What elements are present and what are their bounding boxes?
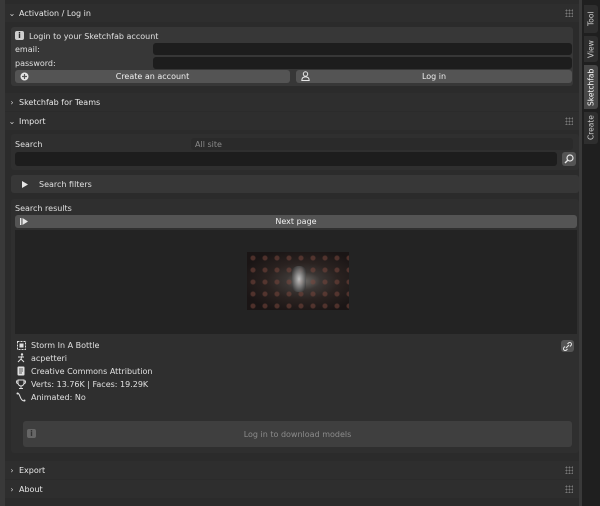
next-page-label: Next page [275,217,317,226]
search-icon [564,154,574,164]
about-header[interactable]: › About [5,480,579,498]
license-icon [16,366,26,376]
password-label: password: [15,59,56,68]
stats-trophy-icon [16,379,26,389]
export-header[interactable]: › Export [5,461,579,479]
teams-header[interactable]: › Sketchfab for Teams [5,93,579,111]
drag-grip-icon[interactable] [565,9,573,17]
user-icon [300,71,310,81]
tab-create[interactable]: Create [584,112,598,144]
search-filters-label: Search filters [39,180,92,189]
drag-grip-icon[interactable] [565,466,573,474]
create-account-label: Create an account [115,72,190,81]
login-button[interactable]: Log in [296,70,572,83]
tab-view[interactable]: View [584,36,598,62]
armature-icon [16,353,26,363]
info-icon: i [27,429,36,438]
chevron-right-icon: › [10,484,14,494]
model-stats: Verts: 13.76K | Faces: 19.29K [31,380,149,389]
model-name: Storm In A Bottle [31,341,100,350]
drag-grip-icon[interactable] [565,485,573,493]
chevron-down-icon: ⌄ [8,8,16,18]
password-field[interactable] [153,57,572,69]
export-title: Export [19,465,46,475]
search-scope-value: All site [195,140,222,149]
create-account-button[interactable]: Create an account [15,70,290,83]
activation-box: i Login to your Sketchfab account email:… [11,27,573,86]
email-field[interactable] [153,43,572,55]
import-header[interactable]: ⌄ Import [5,112,579,130]
import-title: Import [19,116,46,126]
activation-header[interactable]: ⌄ Activation / Log in [5,4,579,22]
email-label: email: [15,45,40,54]
model-animated: Animated: No [31,393,86,402]
login-to-download-button[interactable]: i Log in to download models [23,421,572,447]
search-results-label: Search results [15,204,72,213]
tab-tool[interactable]: Tool [584,5,598,33]
tab-view-label: View [586,40,596,58]
tab-create-label: Create [586,115,596,141]
drag-grip-icon[interactable] [565,117,573,125]
chevron-right-icon: › [10,465,14,475]
open-link-button[interactable] [561,340,574,352]
sketchfab-panel: ⌄ Activation / Log in i Login to your Sk… [5,0,579,506]
skip-next-icon [19,216,29,226]
model-author: acpetteri [31,354,68,363]
sidebar-tabs: Tool View Sketchfab Create [582,0,600,506]
model-icon [16,340,26,350]
search-results-box: Search results Next page Storm In A Bott… [11,199,579,453]
animation-icon [16,392,26,402]
search-label: Search [15,140,43,149]
link-icon [563,341,572,351]
tab-sketchfab[interactable]: Sketchfab [584,65,598,109]
chevron-right-icon: › [10,97,14,107]
teams-title: Sketchfab for Teams [19,97,101,107]
search-input[interactable] [15,152,557,166]
about-title: About [19,484,43,494]
triangle-right-icon [20,179,30,189]
thumbnail-area [15,230,577,334]
login-info-text: Login to your Sketchfab account [29,32,159,41]
login-label: Log in [421,72,447,81]
model-license: Creative Commons Attribution [31,367,153,376]
tab-sketchfab-label: Sketchfab [586,68,596,106]
tab-tool-label: Tool [586,11,596,27]
bottle-shape [292,266,306,292]
search-box: Search All site [11,134,579,170]
search-button[interactable] [562,152,576,166]
info-icon: i [15,31,24,40]
plus-circle-icon [19,71,29,81]
chevron-down-icon: ⌄ [8,116,16,126]
next-page-button[interactable]: Next page [15,215,577,228]
activation-title: Activation / Log in [19,8,91,18]
search-filters-subpanel[interactable]: Search filters [11,175,579,193]
search-scope-dropdown[interactable]: All site [191,138,573,150]
login-to-download-label: Log in to download models [243,429,352,439]
model-thumbnail[interactable] [247,252,349,310]
